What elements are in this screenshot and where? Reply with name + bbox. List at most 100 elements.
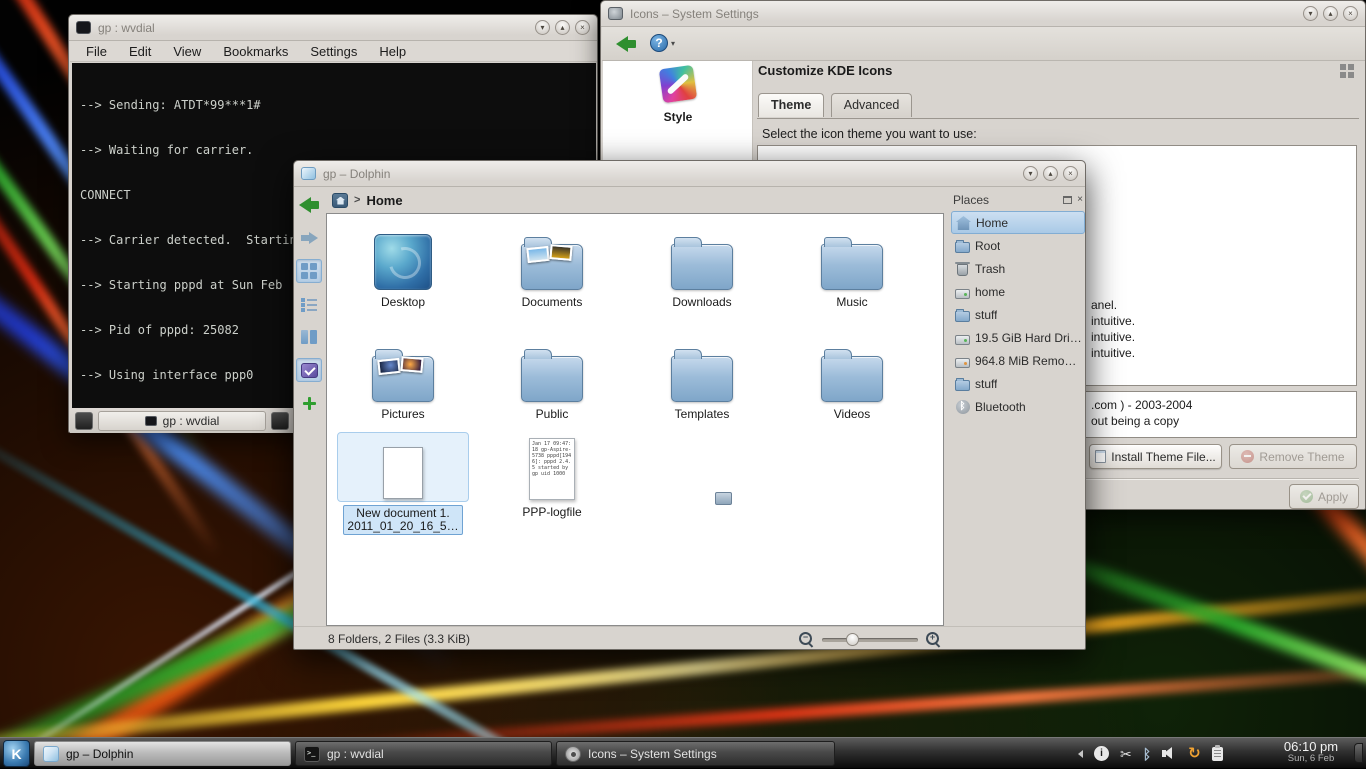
back-button[interactable] [610, 31, 642, 57]
menu-view[interactable]: View [173, 44, 201, 59]
place-item-removable[interactable]: 964.8 MiB Remov… [951, 349, 1085, 372]
clock[interactable]: 06:10 pm Sun, 6 Feb [1268, 740, 1354, 765]
tab-advanced[interactable]: Advanced [831, 93, 913, 117]
place-item-root[interactable]: Root [951, 234, 1085, 257]
tab-list-button[interactable] [271, 412, 289, 430]
maximize-button[interactable]: ▴ [555, 20, 570, 35]
dolphin-titlebar[interactable]: gp – Dolphin ▾ ▴ × [294, 161, 1085, 187]
columns-view-button[interactable] [296, 325, 322, 349]
folder-icon [954, 239, 971, 253]
kde-logo-icon: K [11, 746, 21, 762]
place-item-home[interactable]: Home [951, 211, 1085, 234]
klipper-scissors-icon[interactable]: ✂ [1120, 746, 1132, 762]
grid-icon[interactable] [1340, 64, 1356, 80]
file-item-desktop[interactable]: Desktop [337, 222, 469, 309]
minimize-button[interactable]: ▾ [535, 20, 550, 35]
task-wvdial[interactable]: gp : wvdial [295, 741, 552, 766]
logfile-preview-icon: Jan 17 09:47:18 gp-Aspire-5738 pppd[1946… [529, 438, 575, 500]
close-panel-icon[interactable]: × [1077, 195, 1083, 205]
tab-theme[interactable]: Theme [758, 93, 824, 117]
home-icon [955, 215, 972, 230]
dolphin-icon [301, 167, 316, 180]
file-item-downloads[interactable]: Downloads [636, 222, 768, 309]
panel-toolbox-icon[interactable] [1354, 743, 1363, 763]
maximize-button[interactable]: ▴ [1323, 6, 1338, 21]
detach-panel-icon[interactable] [1063, 196, 1072, 204]
trash-icon [954, 262, 971, 276]
terminal-tab[interactable]: gp : wvdial [98, 411, 266, 431]
remove-theme-button[interactable]: Remove Theme [1229, 444, 1357, 469]
file-item-new-document[interactable]: New document 1. 2011_01_20_16_5… [337, 432, 469, 535]
device-notifier-icon[interactable]: i [1094, 746, 1109, 761]
preview-button[interactable] [296, 358, 322, 382]
settings-titlebar[interactable]: Icons – System Settings ▾ ▴ × [601, 1, 1365, 27]
forward-button[interactable] [296, 226, 322, 250]
file-label: Downloads [636, 295, 768, 309]
close-button[interactable]: × [575, 20, 590, 35]
folder-view[interactable]: Desktop Documents Downloads Music Pictur… [326, 213, 944, 626]
minimize-button[interactable]: ▾ [1023, 166, 1038, 181]
menu-bookmarks[interactable]: Bookmarks [223, 44, 288, 59]
chevron-icon: > [354, 194, 360, 206]
preview-icon [301, 363, 318, 378]
details-view-button[interactable] [296, 292, 322, 316]
clock-time: 06:10 pm [1268, 740, 1354, 754]
place-item-home-mount[interactable]: home [951, 280, 1085, 303]
app-launcher-button[interactable]: K [3, 740, 30, 767]
window-controls: ▾ ▴ × [1023, 166, 1078, 181]
window-title: gp : wvdial [98, 21, 155, 35]
tray-expander-icon[interactable] [1078, 750, 1083, 758]
place-item-stuff2[interactable]: stuff [951, 372, 1085, 395]
file-item-pictures[interactable]: Pictures [337, 334, 469, 421]
sidebar-item-style[interactable]: Style [603, 67, 753, 124]
folder-icon [954, 308, 971, 322]
task-dolphin[interactable]: gp – Dolphin [34, 741, 291, 766]
zoom-slider-handle[interactable] [846, 633, 859, 646]
menu-file[interactable]: File [86, 44, 107, 59]
zoom-out-button[interactable]: − [799, 632, 814, 647]
place-item-bluetooth[interactable]: ᛒ Bluetooth [951, 395, 1085, 418]
help-button[interactable]: ? ▾ [650, 34, 675, 52]
file-label: Templates [636, 407, 768, 421]
breadcrumb-home[interactable]: Home [366, 193, 402, 208]
install-theme-button[interactable]: Install Theme File... [1089, 444, 1222, 469]
back-arrow-icon [616, 36, 637, 53]
menu-settings[interactable]: Settings [310, 44, 357, 59]
dolphin-icon [43, 746, 59, 762]
file-item-ppp-logfile[interactable]: Jan 17 09:47:18 gp-Aspire-5738 pppd[1946… [486, 426, 618, 519]
file-item-videos[interactable]: Videos [786, 334, 918, 421]
bluetooth-icon: ᛒ [954, 399, 971, 414]
clock-date: Sun, 6 Feb [1268, 754, 1354, 764]
file-item-templates[interactable]: Templates [636, 334, 768, 421]
volume-icon[interactable] [1162, 746, 1177, 761]
minimize-button[interactable]: ▾ [1303, 6, 1318, 21]
place-item-hard-drive[interactable]: 19.5 GiB Hard Drive [951, 326, 1085, 349]
apply-button[interactable]: Apply [1289, 484, 1359, 509]
back-button[interactable] [296, 193, 322, 217]
updates-icon[interactable]: ↻ [1188, 746, 1201, 762]
close-button[interactable]: × [1343, 6, 1358, 21]
close-button[interactable]: × [1063, 166, 1078, 181]
theme-details-text: .com ) - 2003-2004 [1091, 398, 1192, 412]
bluetooth-icon[interactable]: ᛒ [1143, 746, 1151, 762]
back-arrow-icon [299, 197, 320, 214]
file-item-documents[interactable]: Documents [486, 222, 618, 309]
places-root-icon[interactable] [332, 193, 348, 208]
place-item-stuff[interactable]: stuff [951, 303, 1085, 326]
task-system-settings[interactable]: Icons – System Settings [556, 741, 835, 766]
zoom-slider[interactable] [822, 638, 918, 642]
menu-edit[interactable]: Edit [129, 44, 151, 59]
places-header[interactable]: Places × [950, 189, 1086, 211]
file-item-public[interactable]: Public [486, 334, 618, 421]
icons-view-button[interactable] [296, 259, 322, 283]
menu-help[interactable]: Help [379, 44, 406, 59]
new-tab-button[interactable] [75, 412, 93, 430]
folder-icon [671, 356, 733, 402]
clipboard-icon[interactable] [1212, 747, 1223, 761]
terminal-titlebar[interactable]: gp : wvdial ▾ ▴ × [69, 15, 597, 41]
zoom-in-button[interactable]: + [926, 632, 941, 647]
file-item-music[interactable]: Music [786, 222, 918, 309]
maximize-button[interactable]: ▴ [1043, 166, 1058, 181]
place-item-trash[interactable]: Trash [951, 257, 1085, 280]
split-view-button[interactable] [296, 391, 322, 415]
